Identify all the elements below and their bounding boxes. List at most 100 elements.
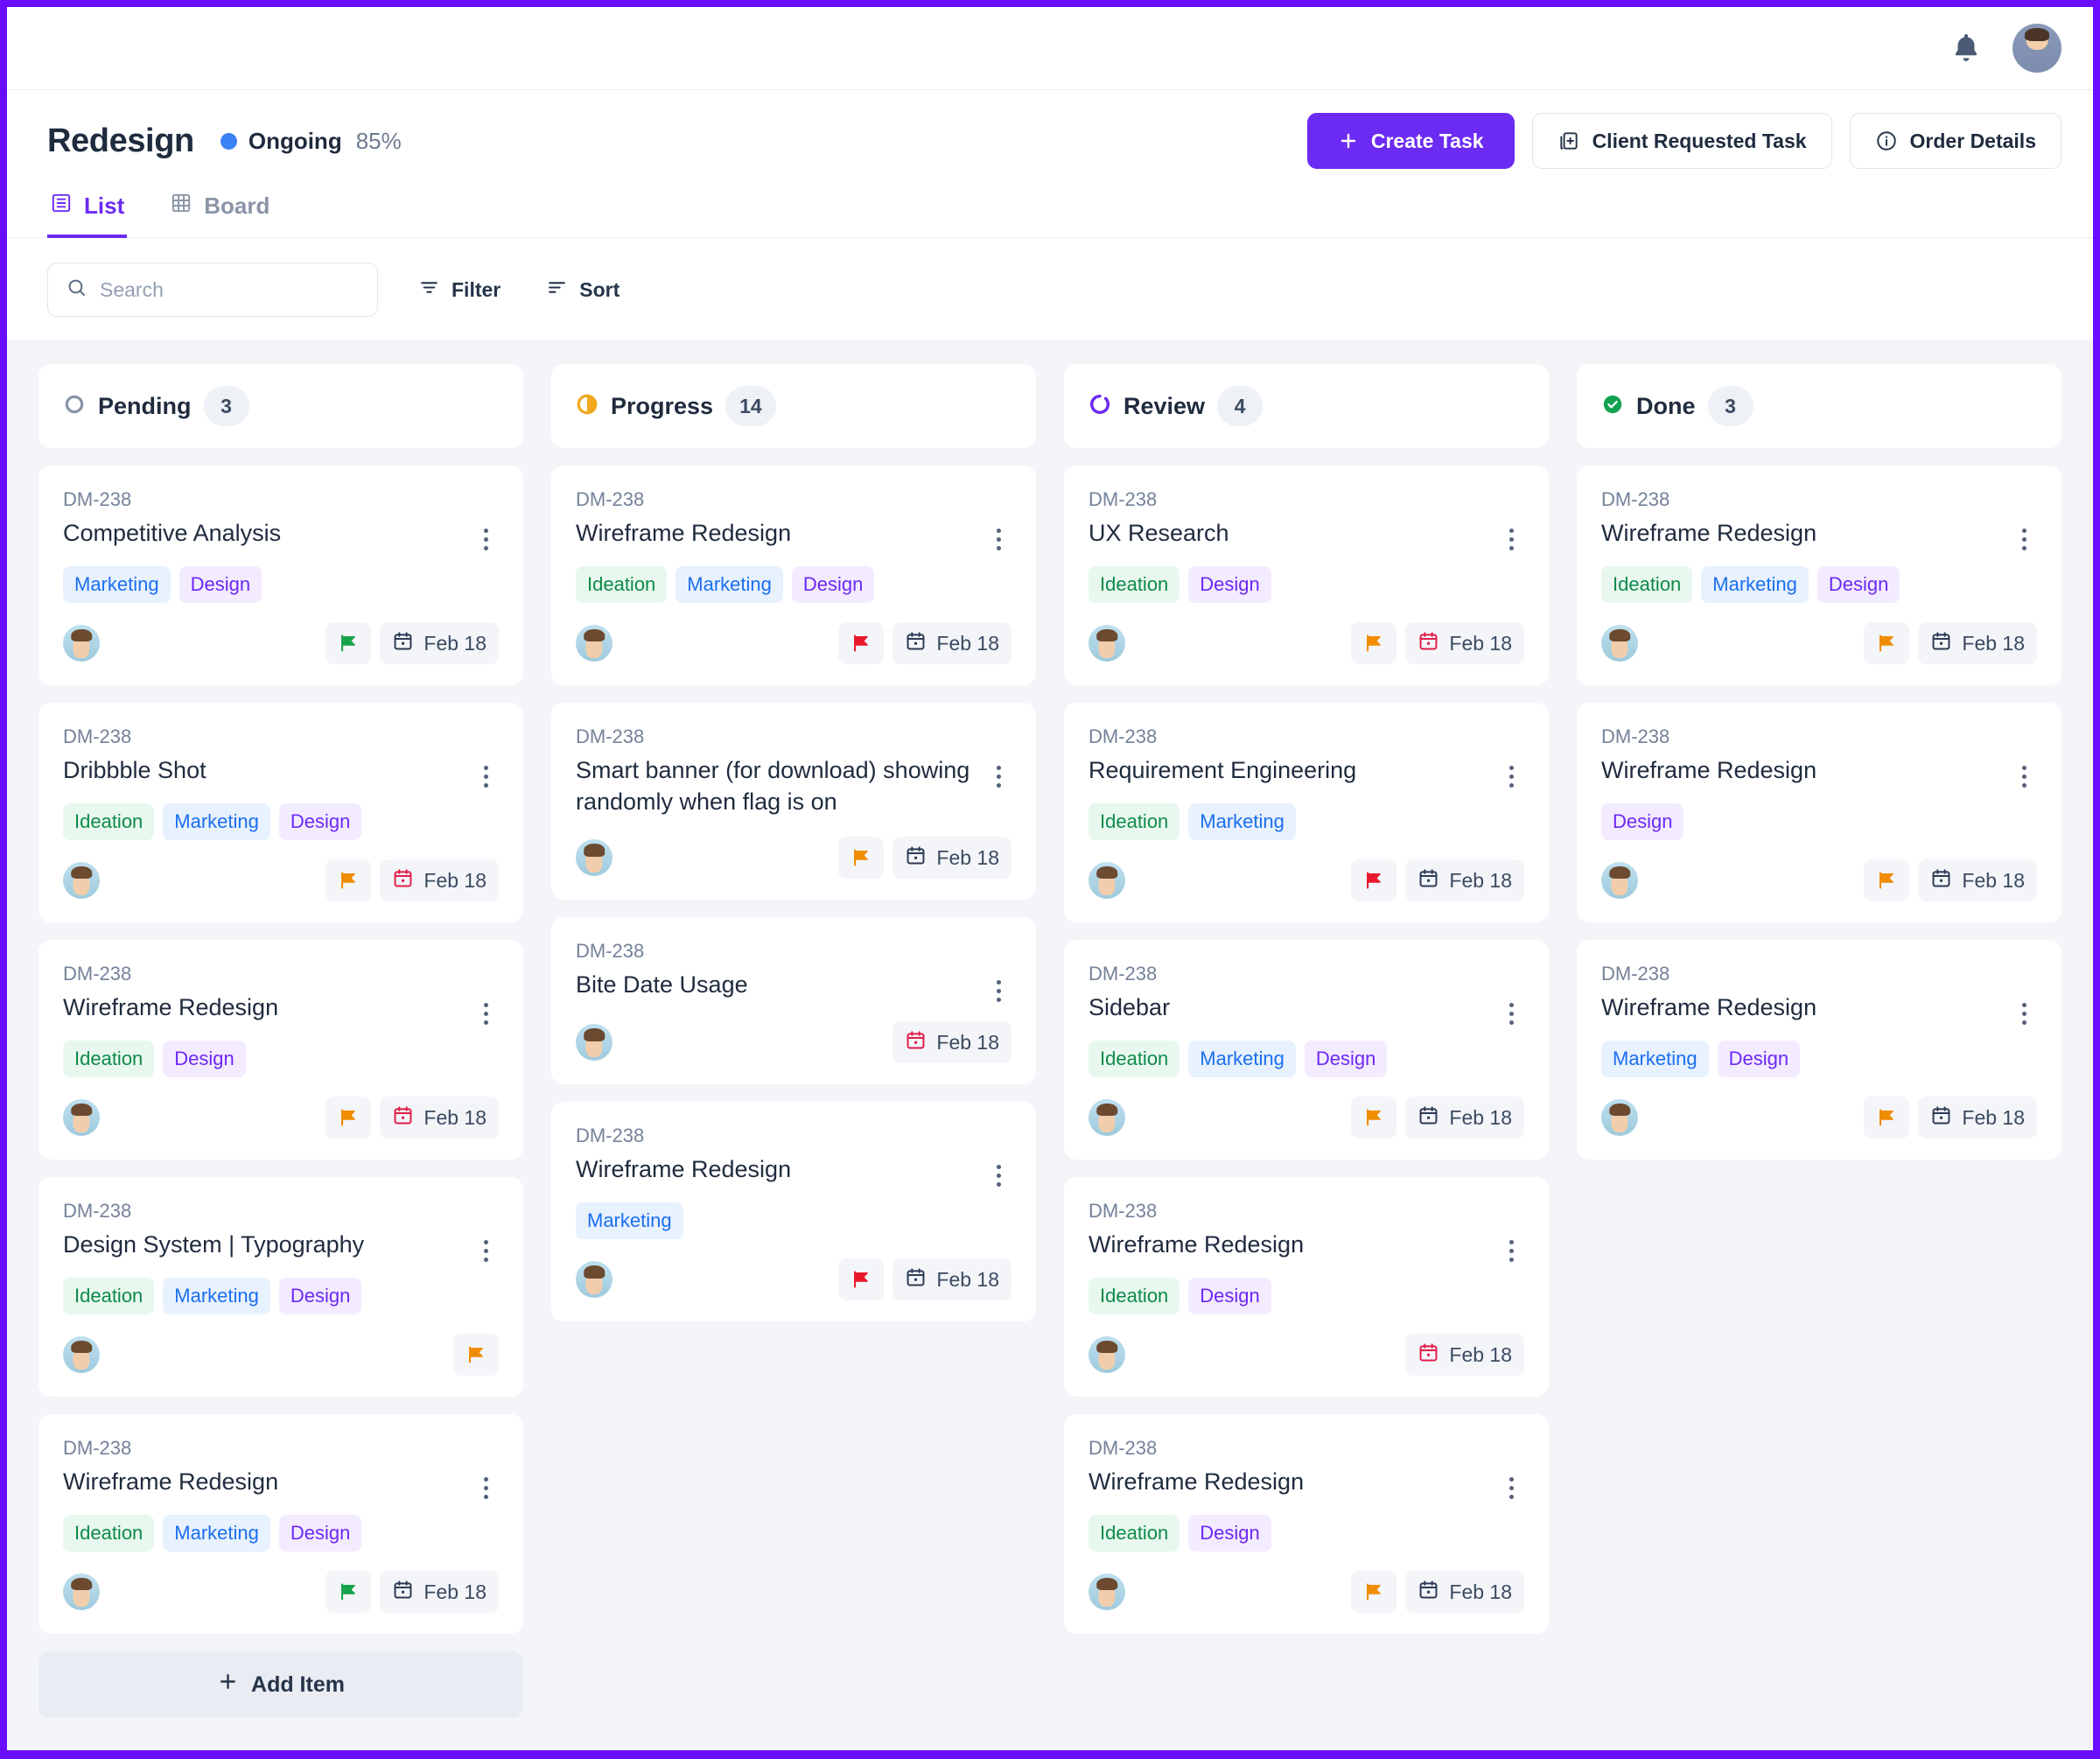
tab-board[interactable]: Board — [167, 192, 272, 238]
task-card[interactable]: DM-238Design System | TypographyIdeation… — [38, 1177, 523, 1397]
due-date-chip[interactable]: Feb 18 — [892, 1258, 1012, 1300]
assignee-avatar[interactable] — [576, 1261, 612, 1298]
priority-flag-icon[interactable] — [326, 859, 371, 901]
task-tag[interactable]: Design — [792, 566, 874, 603]
task-card[interactable]: DM-238Wireframe RedesignDesignFeb 18 — [1577, 703, 2062, 922]
card-menu-icon[interactable] — [472, 755, 499, 788]
task-card[interactable]: DM-238SidebarIdeationMarketingDesignFeb … — [1064, 940, 1549, 1160]
search-box[interactable] — [47, 263, 378, 317]
card-menu-icon[interactable] — [472, 1467, 499, 1499]
order-details-button[interactable]: Order Details — [1850, 113, 2062, 169]
assignee-avatar[interactable] — [63, 1336, 100, 1373]
task-card[interactable]: DM-238Competitive AnalysisMarketingDesig… — [38, 466, 523, 685]
assignee-avatar[interactable] — [1088, 625, 1125, 662]
priority-flag-icon[interactable] — [838, 622, 884, 664]
due-date-chip[interactable]: Feb 18 — [1405, 1334, 1524, 1376]
task-tag[interactable]: Marketing — [163, 803, 270, 840]
assignee-avatar[interactable] — [576, 1024, 612, 1061]
priority-flag-icon[interactable] — [838, 1258, 884, 1300]
assignee-avatar[interactable] — [1088, 1099, 1125, 1136]
task-card[interactable]: DM-238Smart banner (for download) showin… — [551, 703, 1036, 900]
task-tag[interactable]: Marketing — [1601, 1041, 1709, 1077]
task-tag[interactable]: Ideation — [576, 566, 667, 603]
due-date-chip[interactable]: Feb 18 — [892, 622, 1012, 664]
card-menu-icon[interactable] — [472, 1230, 499, 1262]
task-tag[interactable]: Ideation — [1088, 1041, 1180, 1077]
task-card[interactable]: DM-238Wireframe RedesignIdeationDesignFe… — [1064, 1177, 1549, 1397]
task-tag[interactable]: Marketing — [163, 1515, 270, 1552]
assignee-avatar[interactable] — [63, 862, 100, 899]
due-date-chip[interactable]: Feb 18 — [380, 1097, 499, 1139]
assignee-avatar[interactable] — [1601, 862, 1638, 899]
assignee-avatar[interactable] — [1088, 1336, 1125, 1373]
due-date-chip[interactable]: Feb 18 — [380, 1571, 499, 1613]
assignee-avatar[interactable] — [63, 1573, 100, 1610]
card-menu-icon[interactable] — [985, 755, 1012, 788]
priority-flag-icon[interactable] — [1864, 622, 1909, 664]
priority-flag-icon[interactable] — [326, 622, 371, 664]
card-menu-icon[interactable] — [2011, 755, 2037, 788]
due-date-chip[interactable]: Feb 18 — [380, 859, 499, 901]
due-date-chip[interactable]: Feb 18 — [1918, 622, 2037, 664]
filter-button[interactable]: Filter — [413, 271, 506, 309]
priority-flag-icon[interactable] — [1351, 1097, 1396, 1139]
due-date-chip[interactable]: Feb 18 — [1405, 1097, 1524, 1139]
task-tag[interactable]: Marketing — [576, 1202, 683, 1239]
card-menu-icon[interactable] — [985, 1154, 1012, 1187]
task-card[interactable]: DM-238Wireframe RedesignIdeationDesignFe… — [38, 940, 523, 1160]
client-requested-task-button[interactable]: Client Requested Task — [1532, 113, 1832, 169]
task-tag[interactable]: Design — [1188, 1278, 1270, 1314]
assignee-avatar[interactable] — [1088, 862, 1125, 899]
assignee-avatar[interactable] — [63, 625, 100, 662]
task-card[interactable]: DM-238Wireframe RedesignMarketingFeb 18 — [551, 1102, 1036, 1321]
task-tag[interactable]: Design — [179, 566, 262, 603]
priority-flag-icon[interactable] — [453, 1334, 499, 1376]
card-menu-icon[interactable] — [472, 518, 499, 550]
priority-flag-icon[interactable] — [1864, 859, 1909, 901]
task-tag[interactable]: Ideation — [1601, 566, 1692, 603]
card-menu-icon[interactable] — [1498, 755, 1524, 788]
sort-button[interactable]: Sort — [541, 271, 625, 309]
task-tag[interactable]: Ideation — [1088, 803, 1180, 840]
task-tag[interactable]: Marketing — [1701, 566, 1809, 603]
assignee-avatar[interactable] — [63, 1099, 100, 1136]
card-menu-icon[interactable] — [1498, 1230, 1524, 1262]
due-date-chip[interactable]: Feb 18 — [892, 1021, 1012, 1063]
priority-flag-icon[interactable] — [838, 837, 884, 879]
priority-flag-icon[interactable] — [1351, 859, 1396, 901]
priority-flag-icon[interactable] — [1864, 1097, 1909, 1139]
due-date-chip[interactable]: Feb 18 — [1405, 1571, 1524, 1613]
task-card[interactable]: DM-238Wireframe RedesignMarketingDesignF… — [1577, 940, 2062, 1160]
tab-list[interactable]: List — [47, 192, 127, 238]
due-date-chip[interactable]: Feb 18 — [1405, 859, 1524, 901]
task-tag[interactable]: Ideation — [63, 1278, 154, 1314]
task-tag[interactable]: Marketing — [1188, 1041, 1296, 1077]
card-menu-icon[interactable] — [1498, 1467, 1524, 1499]
card-menu-icon[interactable] — [2011, 518, 2037, 550]
priority-flag-icon[interactable] — [1351, 622, 1396, 664]
card-menu-icon[interactable] — [1498, 992, 1524, 1025]
add-item-button[interactable]: Add Item — [38, 1651, 523, 1718]
task-tag[interactable]: Marketing — [63, 566, 171, 603]
task-tag[interactable]: Marketing — [676, 566, 783, 603]
task-tag[interactable]: Design — [279, 803, 361, 840]
task-tag[interactable]: Design — [279, 1278, 361, 1314]
task-tag[interactable]: Ideation — [1088, 566, 1180, 603]
task-tag[interactable]: Ideation — [1088, 1515, 1180, 1552]
task-card[interactable]: DM-238Wireframe RedesignIdeationMarketin… — [1577, 466, 2062, 685]
task-tag[interactable]: Ideation — [1088, 1278, 1180, 1314]
card-menu-icon[interactable] — [1498, 518, 1524, 550]
due-date-chip[interactable]: Feb 18 — [380, 622, 499, 664]
task-tag[interactable]: Design — [1718, 1041, 1800, 1077]
task-tag[interactable]: Design — [1817, 566, 1900, 603]
task-tag[interactable]: Design — [163, 1041, 245, 1077]
assignee-avatar[interactable] — [576, 839, 612, 876]
create-task-button[interactable]: Create Task — [1307, 113, 1515, 169]
card-menu-icon[interactable] — [472, 992, 499, 1025]
task-tag[interactable]: Ideation — [63, 803, 154, 840]
card-menu-icon[interactable] — [2011, 992, 2037, 1025]
task-tag[interactable]: Design — [1188, 1515, 1270, 1552]
task-tag[interactable]: Design — [1188, 566, 1270, 603]
assignee-avatar[interactable] — [1601, 1099, 1638, 1136]
due-date-chip[interactable]: Feb 18 — [1918, 859, 2037, 901]
